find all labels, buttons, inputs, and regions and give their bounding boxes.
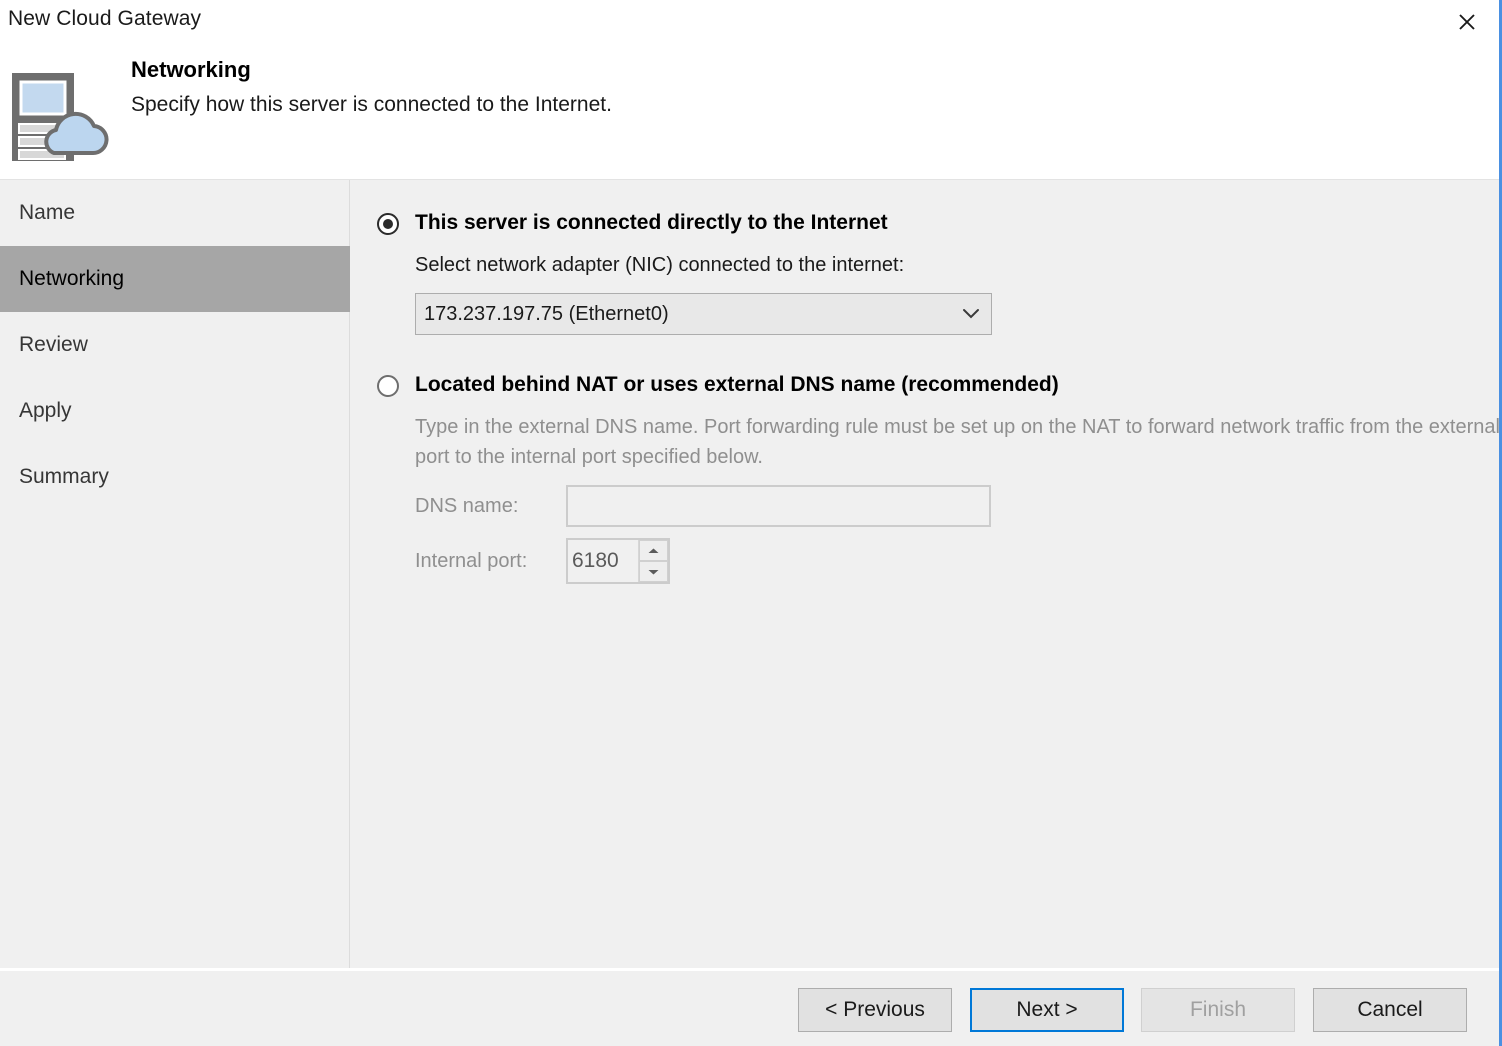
port-decrement-icon[interactable] bbox=[639, 561, 668, 582]
page-subtitle: Specify how this server is connected to … bbox=[131, 93, 612, 116]
page-title: Networking bbox=[131, 57, 251, 82]
previous-button[interactable]: < Previous bbox=[798, 988, 952, 1032]
nic-dropdown-value: 173.237.197.75 (Ethernet0) bbox=[424, 302, 669, 325]
dns-name-label: DNS name: bbox=[415, 495, 519, 517]
next-button[interactable]: Next > bbox=[970, 988, 1124, 1032]
nat-description: Type in the external DNS name. Port forw… bbox=[415, 416, 1500, 468]
title-bar: New Cloud Gateway bbox=[0, 0, 1499, 47]
radio-nat-indicator[interactable] bbox=[377, 375, 399, 397]
wizard-step-sidebar: Name Networking Review Apply Summary bbox=[0, 180, 350, 968]
header-banner: Networking Specify how this server is co… bbox=[0, 47, 1499, 179]
nic-dropdown[interactable]: 173.237.197.75 (Ethernet0) bbox=[415, 293, 992, 335]
nic-select-label: Select network adapter (NIC) connected t… bbox=[415, 254, 905, 276]
internal-port-stepper[interactable]: 6180 bbox=[566, 538, 670, 584]
sidebar-item-label: Summary bbox=[19, 465, 109, 488]
dns-name-input[interactable] bbox=[566, 485, 991, 527]
internal-port-value: 6180 bbox=[572, 549, 619, 572]
server-cloud-icon bbox=[8, 67, 112, 167]
radio-direct-label: This server is connected directly to the… bbox=[415, 211, 888, 234]
window-title: New Cloud Gateway bbox=[8, 7, 202, 30]
content-pane: This server is connected directly to the… bbox=[351, 180, 1499, 968]
close-icon[interactable] bbox=[1435, 0, 1499, 44]
radio-direct-indicator[interactable] bbox=[377, 213, 399, 235]
sidebar-item-review[interactable]: Review bbox=[0, 312, 350, 378]
sidebar-item-label: Apply bbox=[19, 399, 72, 422]
sidebar-item-summary[interactable]: Summary bbox=[0, 444, 350, 510]
radio-option-direct[interactable]: This server is connected directly to the… bbox=[377, 210, 888, 236]
sidebar-item-label: Name bbox=[19, 201, 76, 224]
radio-nat-label: Located behind NAT or uses external DNS … bbox=[415, 373, 1059, 396]
sidebar-item-name[interactable]: Name bbox=[0, 180, 350, 246]
cancel-button[interactable]: Cancel bbox=[1313, 988, 1467, 1032]
sidebar-item-label: Review bbox=[19, 333, 88, 356]
body-area: Name Networking Review Apply Summary Thi… bbox=[0, 179, 1499, 968]
chevron-down-icon bbox=[951, 308, 991, 320]
footer-bar: < Previous Next > Finish Cancel bbox=[0, 969, 1499, 1046]
sidebar-item-label: Networking bbox=[19, 267, 125, 290]
radio-option-nat[interactable]: Located behind NAT or uses external DNS … bbox=[377, 372, 1059, 398]
sidebar-item-networking[interactable]: Networking bbox=[0, 246, 350, 312]
finish-button: Finish bbox=[1141, 988, 1295, 1032]
wizard-window: New Cloud Gateway Networking Specify how… bbox=[0, 0, 1502, 1046]
internal-port-label: Internal port: bbox=[415, 550, 528, 572]
sidebar-item-apply[interactable]: Apply bbox=[0, 378, 350, 444]
port-increment-icon[interactable] bbox=[639, 540, 668, 561]
